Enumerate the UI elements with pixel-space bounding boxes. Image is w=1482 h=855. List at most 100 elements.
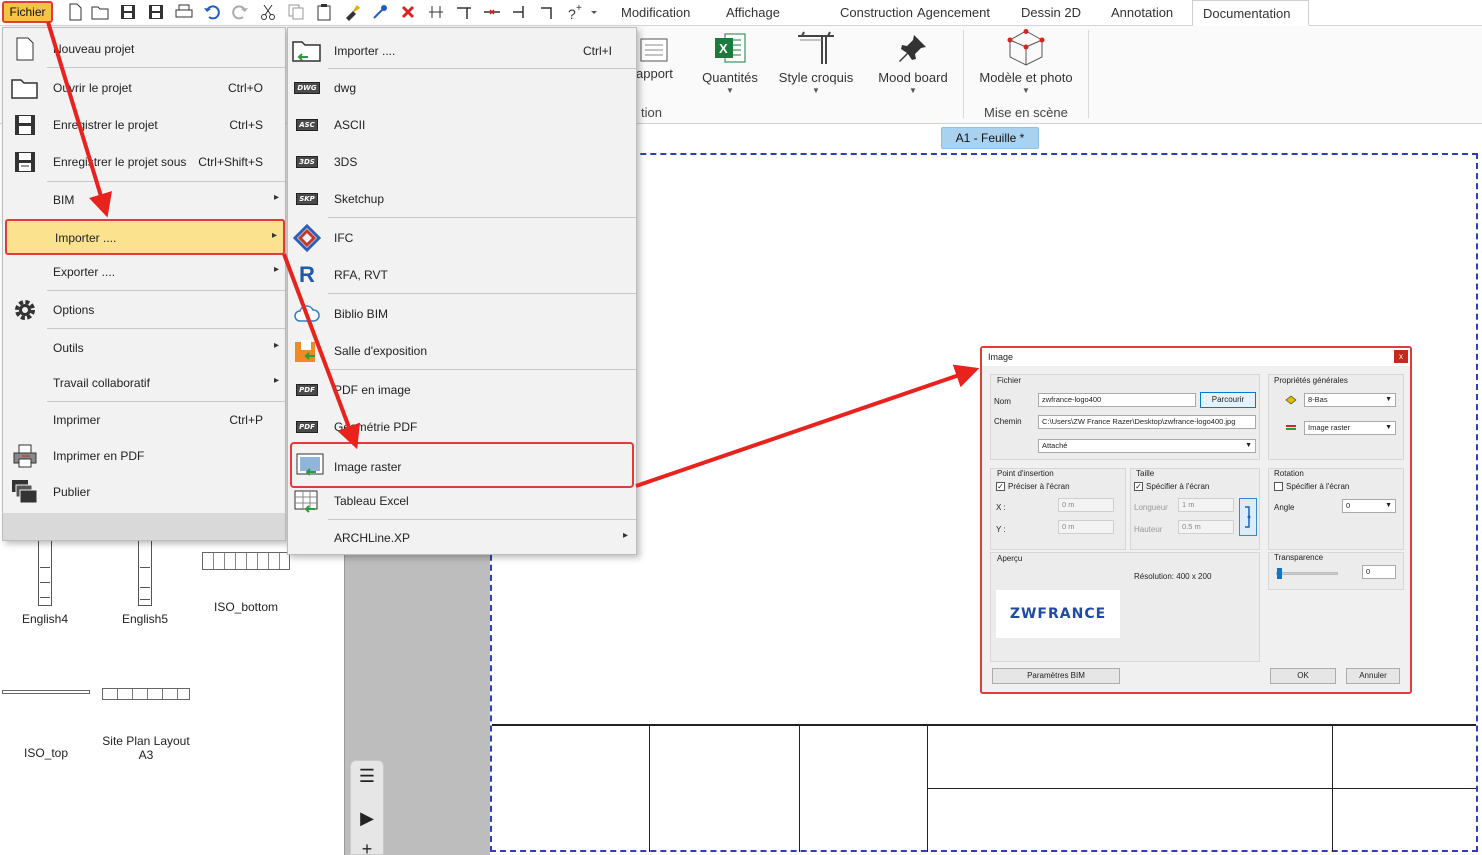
modele-et-photo-button[interactable]: Modèle et photo ▼ bbox=[973, 29, 1079, 95]
new-file-icon[interactable] bbox=[66, 3, 84, 21]
menu-item-exporter[interactable]: Exporter .... ▸ bbox=[3, 255, 285, 289]
submenu-item-salle-exposition[interactable]: Salle d'exposition bbox=[288, 334, 636, 368]
sheet-tab[interactable]: A1 - Feuille * bbox=[941, 127, 1039, 149]
save-icon[interactable] bbox=[119, 3, 137, 21]
add-icon[interactable]: + bbox=[351, 839, 383, 855]
insertion-screen-checkbox[interactable]: ✓ Préciser à l'écran bbox=[996, 482, 1070, 491]
submenu-arrow-icon: ▸ bbox=[273, 340, 279, 351]
print-icon[interactable] bbox=[175, 3, 193, 21]
rotation-screen-checkbox[interactable]: Spécifier à l'écran bbox=[1274, 482, 1349, 491]
library-thumbnail bbox=[138, 536, 152, 606]
y-input[interactable]: 0 m bbox=[1058, 520, 1114, 534]
transparence-input[interactable]: 0 bbox=[1362, 565, 1396, 579]
menu-item-outils[interactable]: Outils ▸ bbox=[3, 331, 285, 365]
open-folder-icon[interactable] bbox=[91, 3, 109, 21]
proprietes-group bbox=[1268, 374, 1404, 460]
style-croquis-dropdown-caret: ▼ bbox=[812, 86, 820, 95]
menu-item-imprimer-en-pdf[interactable]: Imprimer en PDF bbox=[3, 439, 285, 473]
library-item-iso-bottom[interactable]: ISO_bottom bbox=[200, 552, 292, 614]
layer-select[interactable]: 8-Bas ▼ bbox=[1304, 393, 1396, 407]
close-button[interactable]: x bbox=[1394, 350, 1408, 363]
tab-documentation[interactable]: Documentation bbox=[1192, 0, 1309, 26]
lock-ratio-button[interactable] bbox=[1239, 498, 1257, 536]
break-line-icon[interactable] bbox=[483, 3, 501, 21]
ok-button[interactable]: OK bbox=[1270, 668, 1336, 684]
tab-agencement[interactable]: Agencement bbox=[907, 0, 1000, 26]
link-mode-select[interactable]: Attaché ▼ bbox=[1038, 439, 1256, 453]
delete-icon[interactable] bbox=[399, 3, 417, 21]
mood-board-button[interactable]: Mood board ▼ bbox=[872, 30, 954, 95]
library-thumbnail bbox=[38, 536, 52, 606]
menu-item-ouvrir-le-projet[interactable]: Ouvrir le projet Ctrl+O bbox=[3, 71, 285, 105]
x-input[interactable]: 0 m bbox=[1058, 498, 1114, 512]
play-icon[interactable]: ▶ bbox=[351, 803, 383, 833]
hauteur-input[interactable]: 0.5 m bbox=[1178, 520, 1234, 534]
fichier-menu-button[interactable]: Fichier bbox=[2, 1, 53, 23]
menu-item-importer[interactable]: Importer .... ▸ bbox=[5, 219, 285, 255]
tab-annotation[interactable]: Annotation bbox=[1101, 0, 1183, 26]
checkbox-checked-icon: ✓ bbox=[1134, 482, 1143, 491]
nom-input[interactable]: zwfrance-logo400 bbox=[1038, 393, 1196, 407]
menu-item-enregistrer-le-projet[interactable]: Enregistrer le projet Ctrl+S bbox=[3, 108, 285, 142]
tab-affichage[interactable]: Affichage bbox=[716, 0, 790, 26]
submenu-item-ifc[interactable]: IFC bbox=[288, 221, 636, 255]
submenu-item-dwg[interactable]: DWG dwg bbox=[288, 71, 636, 105]
customize-toolbar-icon[interactable] bbox=[589, 3, 599, 21]
menu-item-travail-collaboratif[interactable]: Travail collaboratif ▸ bbox=[3, 366, 285, 400]
menu-item-options[interactable]: Options bbox=[3, 293, 285, 327]
menu-item-enregistrer-sous[interactable]: Enregistrer le projet sous Ctrl+Shift+S bbox=[3, 145, 285, 179]
submenu-item-sketchup[interactable]: SKP Sketchup bbox=[288, 182, 636, 216]
help-icon[interactable]: ? + bbox=[565, 3, 583, 21]
undo-icon[interactable] bbox=[203, 3, 221, 21]
slider-thumb[interactable] bbox=[1277, 568, 1282, 579]
eyedropper-icon[interactable] bbox=[371, 3, 389, 21]
submenu-item-3ds[interactable]: 3DS 3DS bbox=[288, 145, 636, 179]
submenu-item-archline[interactable]: ARCHLine.XP ▸ bbox=[288, 521, 636, 555]
submenu-item-importer[interactable]: Importer .... Ctrl+I bbox=[288, 34, 636, 68]
submenu-item-pdf-en-image[interactable]: PDF PDF en image bbox=[288, 373, 636, 407]
rapport-button[interactable]: apport bbox=[636, 30, 686, 81]
chemin-input[interactable]: C:\Users\ZW France Razer\Desktop\zwfranc… bbox=[1038, 415, 1256, 429]
object-type-select[interactable]: Image raster ▼ bbox=[1304, 421, 1396, 435]
menu-item-publier[interactable]: Publier bbox=[3, 475, 285, 509]
style-croquis-button[interactable]: Style croquis ▼ bbox=[776, 30, 856, 95]
library-item-english5[interactable]: English5 bbox=[105, 536, 185, 626]
submenu-item-biblio-bim[interactable]: Biblio BIM bbox=[288, 297, 636, 331]
longueur-input[interactable]: 1 m bbox=[1178, 498, 1234, 512]
trim-icon[interactable] bbox=[455, 3, 473, 21]
paste-icon[interactable] bbox=[315, 3, 333, 21]
menu-item-nouveau-projet[interactable]: Nouveau projet bbox=[3, 32, 285, 66]
match-properties-icon[interactable] bbox=[343, 3, 361, 21]
taille-screen-checkbox[interactable]: ✓ Spécifier à l'écran bbox=[1134, 482, 1209, 491]
redo-icon[interactable] bbox=[231, 3, 249, 21]
layer-value: 8-Bas bbox=[1308, 395, 1328, 404]
submenu-item-ascii[interactable]: ASC ASCII bbox=[288, 108, 636, 142]
corner-icon[interactable] bbox=[539, 3, 557, 21]
library-item-iso-top[interactable]: ISO_top bbox=[0, 690, 92, 760]
submenu-item-geometrie-pdf[interactable]: PDF Géométrie PDF bbox=[288, 410, 636, 444]
menu-item-imprimer[interactable]: Imprimer Ctrl+P bbox=[3, 403, 285, 437]
tab-modification[interactable]: Modification bbox=[611, 0, 700, 26]
annuler-button[interactable]: Annuler bbox=[1346, 668, 1400, 684]
parcourir-button[interactable]: Parcourir bbox=[1200, 392, 1256, 408]
tab-dessin-2d[interactable]: Dessin 2D bbox=[1011, 0, 1091, 26]
cut-icon[interactable] bbox=[259, 3, 277, 21]
library-item-site-plan-layout-a3[interactable]: Site Plan Layout A3 bbox=[100, 688, 192, 762]
menu-item-bim[interactable]: BIM ▸ bbox=[3, 183, 285, 217]
submenu-item-image-raster[interactable]: Image raster bbox=[290, 442, 634, 488]
parametres-bim-button[interactable]: Paramètres BIM bbox=[992, 668, 1120, 684]
transparence-slider[interactable] bbox=[1276, 568, 1338, 579]
submenu-item-rfa-rvt[interactable]: R RFA, RVT bbox=[288, 258, 636, 292]
dimension-icon[interactable] bbox=[427, 3, 445, 21]
submenu-item-tableau-excel[interactable]: Tableau Excel bbox=[288, 484, 636, 518]
ifc-icon bbox=[292, 224, 322, 252]
library-item-english4[interactable]: English4 bbox=[5, 536, 85, 626]
submenu-arrow-icon: ▸ bbox=[273, 192, 279, 203]
save-as-icon[interactable] bbox=[147, 3, 165, 21]
list-icon[interactable]: ☰ bbox=[351, 761, 383, 791]
extend-icon[interactable] bbox=[511, 3, 529, 21]
copy-icon[interactable] bbox=[287, 3, 305, 21]
quantites-button[interactable]: X Quantités ▼ bbox=[697, 30, 763, 95]
angle-select[interactable]: 0 ▼ bbox=[1342, 499, 1396, 513]
dialog-title: Image bbox=[982, 348, 1410, 366]
